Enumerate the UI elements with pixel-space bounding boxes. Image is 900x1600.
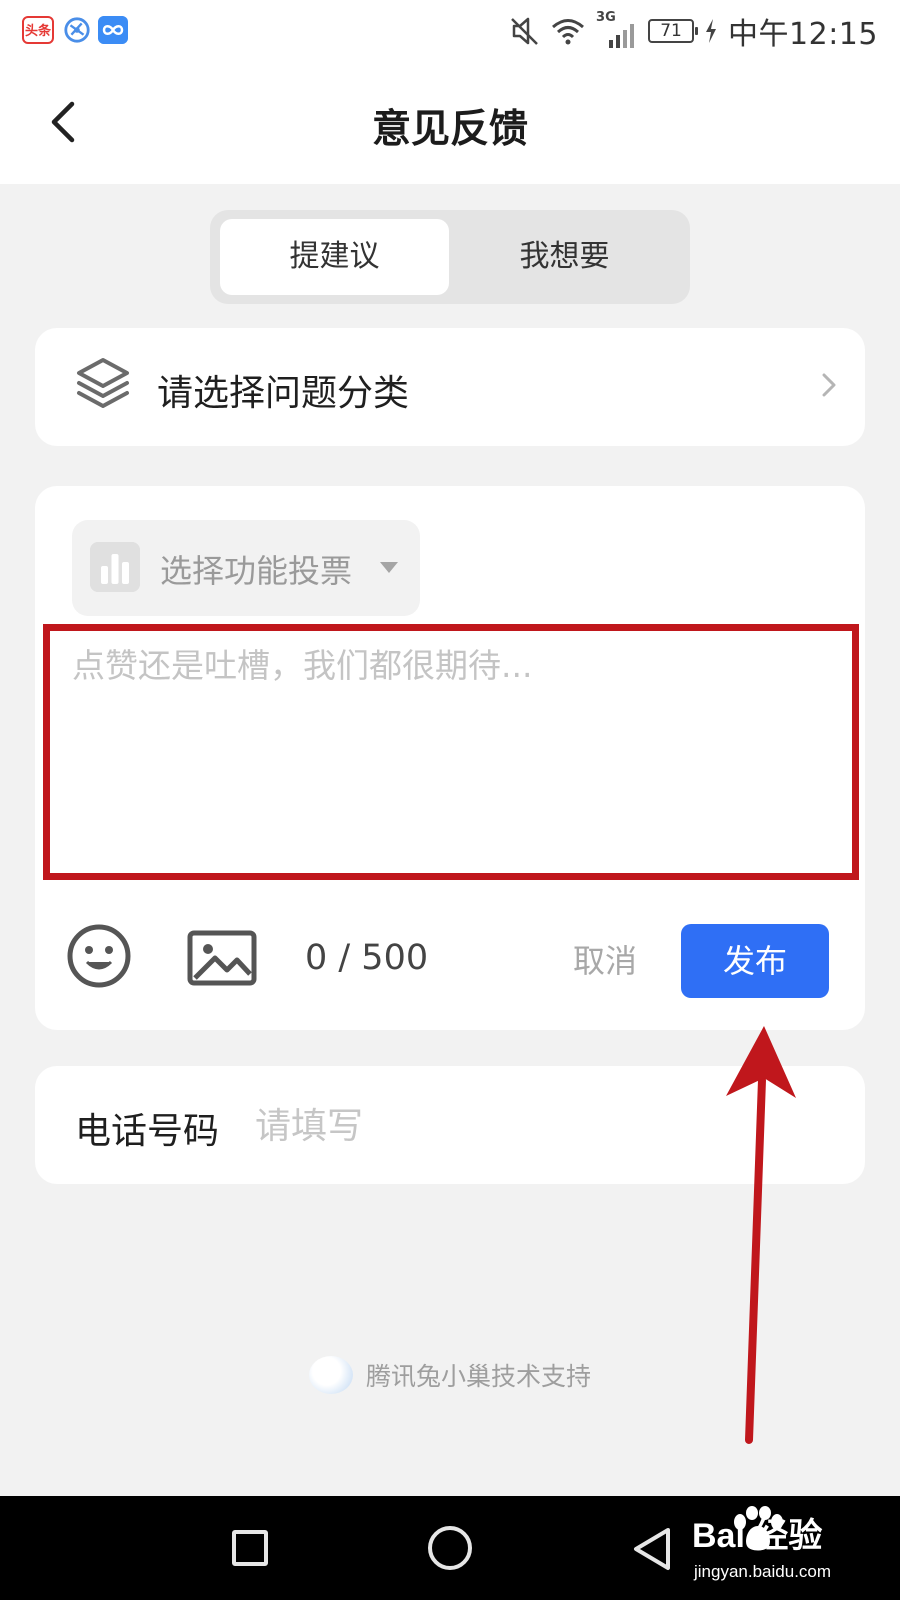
- globe-app-icon: [64, 17, 90, 43]
- category-selector[interactable]: 请选择问题分类: [35, 328, 865, 446]
- vote-label: 选择功能投票: [160, 552, 353, 590]
- tab-suggestion[interactable]: 提建议: [220, 219, 449, 295]
- layers-icon: [77, 358, 129, 408]
- infinity-app-icon: [98, 16, 128, 44]
- battery-indicator: 71: [648, 19, 699, 43]
- charging-icon: [706, 19, 717, 43]
- support-text: 腾讯兔小巢技术支持: [366, 1362, 592, 1391]
- page-title: 意见反馈: [371, 107, 528, 152]
- image-upload-icon[interactable]: [187, 930, 257, 986]
- paw-icon: [734, 1506, 783, 1551]
- bar-chart-icon: [90, 542, 140, 592]
- char-counter: 0 / 500: [305, 938, 429, 978]
- chevron-right-icon: [822, 373, 836, 397]
- nav-bar: 意见反馈: [0, 62, 900, 184]
- recents-button[interactable]: [232, 1530, 268, 1566]
- tab-request[interactable]: 我想要: [450, 219, 679, 295]
- publish-button[interactable]: 发布: [681, 924, 829, 998]
- feedback-textarea[interactable]: [50, 631, 852, 873]
- signal-group: 3G: [596, 10, 638, 48]
- feedback-type-tabs: 提建议 我想要: [210, 210, 690, 304]
- feedback-form: 选择功能投票 0 / 500 取消 发布: [35, 486, 865, 1030]
- toutiao-app-icon: 头条: [22, 16, 54, 44]
- status-indicators: 3G 71 中午12:15: [510, 10, 878, 52]
- category-label: 请选择问题分类: [157, 373, 410, 414]
- feedback-textarea-highlight: [43, 624, 859, 880]
- mute-icon: [511, 17, 538, 45]
- function-vote-dropdown[interactable]: 选择功能投票: [72, 520, 420, 616]
- wifi-icon: [552, 19, 585, 45]
- signal-icon: [609, 24, 635, 48]
- emoji-icon[interactable]: [65, 922, 133, 990]
- watermark-url: jingyan.baidu.com: [694, 1562, 832, 1581]
- clock: 中午12:15: [728, 17, 878, 52]
- home-button[interactable]: [428, 1526, 472, 1570]
- status-bar: 头条 3G 71 中午12:15: [0, 0, 900, 62]
- baidu-jingyan-watermark: Bai 经验 jingyan.baidu.com: [686, 1500, 886, 1596]
- system-back-icon[interactable]: [630, 1526, 674, 1572]
- caret-down-icon: [380, 562, 398, 573]
- cancel-button[interactable]: 取消: [573, 936, 637, 982]
- phone-label: 电话号码: [75, 1111, 220, 1152]
- tuxiaochao-logo-icon: [308, 1356, 353, 1394]
- annotation-arrow: [726, 1026, 796, 1444]
